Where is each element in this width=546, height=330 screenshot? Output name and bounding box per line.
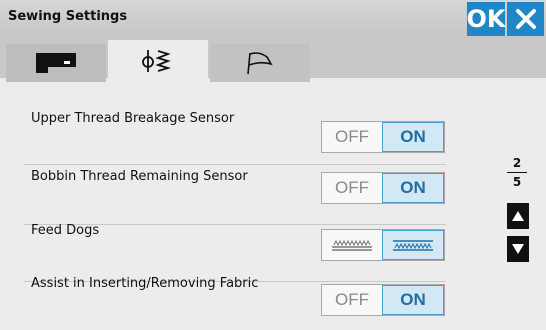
off-option[interactable]: OFF [322, 173, 382, 203]
title-bar: Sewing Settings [0, 0, 546, 38]
arrow-down-icon [512, 244, 524, 254]
arrow-up-icon [512, 211, 524, 221]
flag-icon [247, 52, 273, 75]
tab-thread-settings[interactable] [108, 40, 208, 82]
setting-row-upper-thread: Upper Thread Breakage Sensor OFF ON [24, 109, 446, 165]
feed-dogs-toggle [321, 229, 445, 261]
page-indicator: 2 5 [507, 156, 527, 189]
close-button[interactable] [507, 2, 544, 36]
on-option[interactable]: ON [382, 173, 444, 203]
page-title: Sewing Settings [8, 9, 128, 24]
feed-dogs-down-option[interactable] [322, 230, 382, 260]
on-option[interactable]: ON [382, 285, 444, 315]
setting-label: Bobbin Thread Remaining Sensor [31, 169, 248, 184]
current-page: 2 [512, 156, 522, 170]
assist-fabric-toggle: OFF ON [321, 284, 445, 316]
scroll-down-button[interactable] [507, 236, 529, 262]
close-icon [515, 9, 536, 29]
on-option[interactable]: ON [382, 122, 444, 152]
feed-dogs-up-option[interactable] [382, 230, 444, 260]
sewing-machine-icon [36, 53, 76, 73]
divider [24, 164, 446, 165]
total-pages: 5 [512, 175, 522, 189]
off-option[interactable]: OFF [322, 285, 382, 315]
setting-row-feed-dogs: Feed Dogs [24, 221, 446, 282]
setting-row-assist-fabric: Assist in Inserting/Removing Fabric OFF … [24, 274, 446, 330]
setting-row-bobbin-thread: Bobbin Thread Remaining Sensor OFF ON [24, 167, 446, 225]
feed-dogs-down-icon [332, 239, 372, 251]
setting-label: Assist in Inserting/Removing Fabric [31, 276, 259, 291]
tab-sewing-machine[interactable] [6, 44, 106, 82]
upper-thread-toggle: OFF ON [321, 121, 445, 153]
setting-label: Feed Dogs [31, 223, 100, 238]
tab-flag[interactable] [210, 44, 310, 82]
thread-tension-icon [142, 50, 172, 72]
bobbin-thread-toggle: OFF ON [321, 172, 445, 204]
page-divider [507, 172, 527, 173]
setting-label: Upper Thread Breakage Sensor [31, 111, 235, 126]
scroll-up-button[interactable] [507, 203, 529, 229]
feed-dogs-up-icon [393, 240, 433, 251]
settings-panel: Upper Thread Breakage Sensor OFF ON Bobb… [0, 82, 546, 329]
ok-button[interactable]: OK [467, 2, 506, 36]
off-option[interactable]: OFF [322, 122, 382, 152]
